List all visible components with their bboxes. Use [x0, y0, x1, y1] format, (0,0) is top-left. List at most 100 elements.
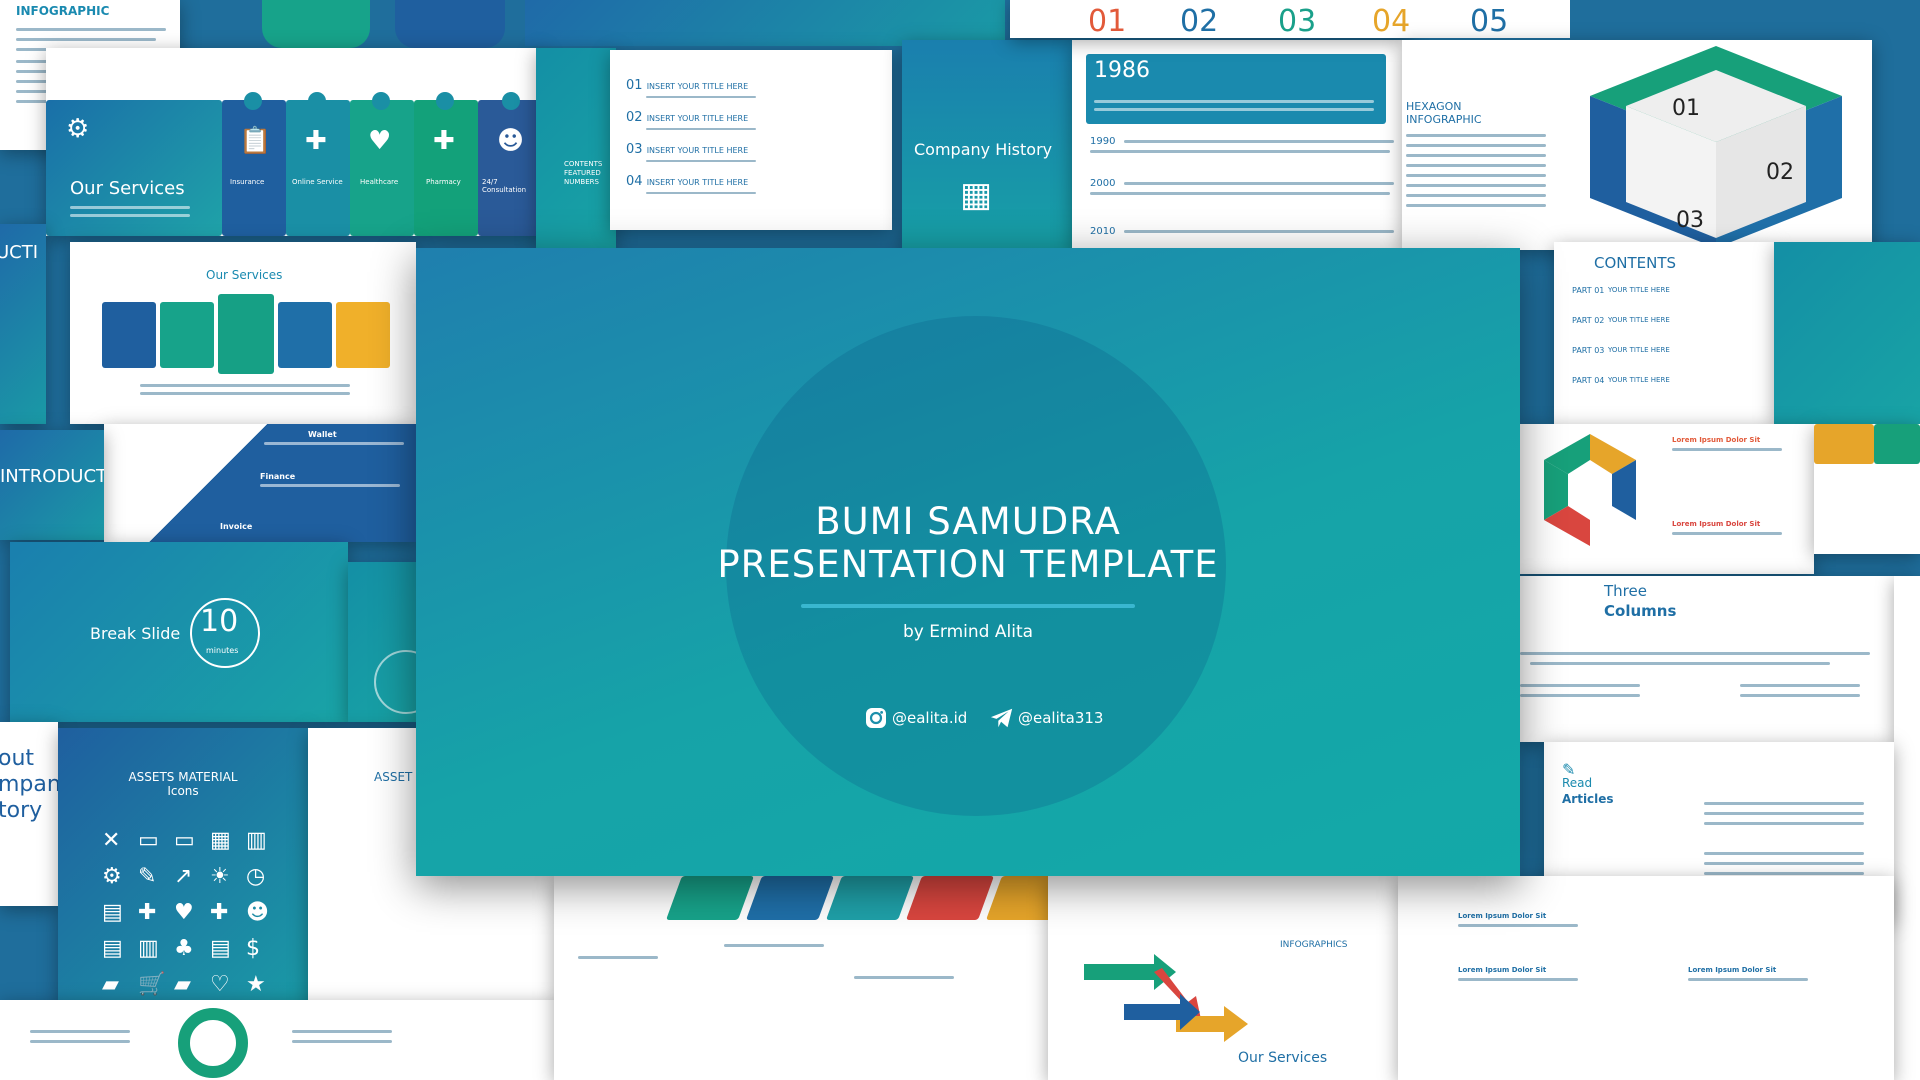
our-services-mid-title: Our Services — [206, 268, 283, 282]
contents-item-4: 04 INSERT YOUR TITLE HERE — [626, 174, 749, 189]
introduction-title: INTRODUCTIO — [0, 466, 104, 487]
our-services-mid-thumbnail: Our Services — [70, 242, 416, 424]
our-services-title: Our Services — [70, 178, 185, 199]
right-edge-thumbnail — [1774, 242, 1920, 424]
three-columns-line1: Three — [1604, 582, 1647, 600]
service-online: ✚ Online Service — [286, 100, 350, 236]
introduction-thumbnail: INTRODUCTIO — [0, 430, 104, 540]
lorem-label-1: Lorem Ipsum Dolor Sit — [1672, 436, 1761, 444]
contents-item-1: 01 INSERT YOUR TITLE HERE — [626, 78, 749, 93]
three-columns-line2: Columns — [1604, 602, 1677, 620]
part-04-title: YOUR TITLE HERE — [1608, 376, 1670, 384]
contents-right-title: CONTENTS — [1594, 254, 1677, 272]
lorem-label-5: Lorem Ipsum Dolor Sit — [1688, 966, 1777, 974]
company-history-timeline-thumbnail: 1986 1990 2000 2010 — [1072, 40, 1410, 250]
service-healthcare: ♥ Healthcare — [350, 100, 414, 236]
finance-wallet: Wallet — [308, 430, 337, 439]
contents-item-2: 02 INSERT YOUR TITLE HERE — [626, 110, 749, 125]
company-history-thumbnail: Company History ▦ — [902, 40, 1072, 250]
read-articles-line2: Articles — [1562, 792, 1614, 806]
bottom-infographics-thumbnail: INFOGRAPHICS Our Services — [1048, 876, 1398, 1080]
assets-title: ASSETS MATERIAL Icons — [128, 770, 238, 798]
title-line-2: PRESENTATION TEMPLATE — [717, 543, 1219, 586]
finance-invoice: Invoice — [220, 522, 253, 531]
telegram-handle[interactable]: @ealita313 — [990, 706, 1103, 730]
bottom-right-list-thumbnail: Lorem Ipsum Dolor Sit Lorem Ipsum Dolor … — [1398, 876, 1894, 1080]
services-header-panel: ⚙ Our Services — [46, 100, 222, 236]
presentation-title: BUMI SAMUDRA PRESENTATION TEMPLATE — [416, 500, 1520, 586]
service-pharmacy: ✚ Pharmacy — [414, 100, 478, 236]
right-numbered-thumbnail — [1814, 424, 1920, 554]
service-insurance: 📋 Insurance — [222, 100, 286, 236]
contents-side-thumbnail: CONTENTS FEATURED NUMBERS — [536, 48, 616, 248]
donut-shape — [178, 1008, 248, 1078]
intro-partial-thumbnail: UCTI — [0, 224, 46, 424]
pills-icon: ✚ — [433, 126, 455, 156]
right-edge-text-thumbnail — [1894, 576, 1920, 1080]
history-year-2000: 2000 — [1090, 178, 1116, 189]
hexagon-shape — [1590, 46, 1842, 248]
company-history-title: Company History — [914, 140, 1053, 159]
title-line-1: BUMI SAMUDRA — [815, 500, 1121, 543]
clipboard-icon: 📋 — [239, 126, 272, 156]
part-04-label: PART 04 — [1572, 376, 1605, 385]
bottom-process-thumbnail — [554, 876, 1048, 1080]
read-articles-line1: Read — [1562, 776, 1593, 790]
instagram-icon — [864, 706, 888, 730]
contents-right-thumbnail: CONTENTS PART 01 YOUR TITLE HERE PART 02… — [1554, 242, 1774, 424]
history-year-main: 1986 — [1094, 58, 1150, 83]
number-04: 04 — [1372, 4, 1410, 38]
break-slide-label: Break Slide — [90, 624, 181, 643]
arrows-diagram — [1084, 954, 1248, 1042]
cycle-shape — [1544, 434, 1636, 546]
history-year-2010: 2010 — [1090, 226, 1116, 237]
our-services-slide-thumbnail: ⚙ Our Services 📋 Insurance ✚ Online Serv… — [46, 48, 544, 236]
lorem-label-3: Lorem Ipsum Dolor Sit — [1458, 912, 1547, 920]
hex-piece-green — [262, 0, 370, 48]
title-divider — [801, 604, 1135, 608]
instagram-handle-text: @ealita.id — [892, 709, 968, 727]
cycle-infographic-thumbnail: Lorem Ipsum Dolor Sit Lorem Ipsum Dolor … — [1520, 424, 1814, 574]
part-01-title: YOUR TITLE HERE — [1608, 286, 1670, 294]
author-byline: by Ermind Alita — [902, 622, 1034, 642]
bottom-left-thumbnail — [0, 1000, 560, 1080]
service-consultation: ☻ 24/7 Consultation — [478, 100, 544, 236]
hex-piece-blue — [395, 0, 505, 48]
break-slide-2-thumbnail — [348, 562, 416, 722]
numbers-strip-thumbnail: 01 02 03 04 — [1010, 0, 1410, 38]
lorem-label-2: Lorem Ipsum Dolor Sit — [1672, 520, 1761, 528]
instagram-handle[interactable]: @ealita.id — [864, 706, 967, 730]
finance-thumbnail: Wallet Finance Invoice — [104, 424, 416, 542]
hex-num-03: 03 — [1676, 208, 1704, 233]
finance-finance: Finance — [260, 472, 296, 481]
part-02-label: PART 02 — [1572, 316, 1605, 325]
doctor-icon: ☻ — [497, 126, 525, 156]
lorem-label-4: Lorem Ipsum Dolor Sit — [1458, 966, 1547, 974]
number-05: 05 — [1470, 4, 1509, 38]
infographics-small-title: INFOGRAPHICS — [1280, 940, 1348, 950]
part-03-title: YOUR TITLE HERE — [1608, 346, 1670, 354]
assets-title-2: ASSET — [374, 770, 413, 784]
break-slide-thumbnail: Break Slide 10 minutes — [10, 542, 348, 722]
hex-num-01: 01 — [1672, 96, 1700, 121]
part-02-title: YOUR TITLE HERE — [1608, 316, 1670, 324]
infographic-title: INFOGRAPHIC — [16, 4, 110, 18]
part-03-label: PART 03 — [1572, 346, 1605, 355]
contents-side-label: CONTENTS FEATURED NUMBERS — [564, 160, 603, 186]
break-minutes-unit: minutes — [206, 646, 239, 655]
contents-item-3: 03 INSERT YOUR TITLE HERE — [626, 142, 749, 157]
number-01: 01 — [1088, 4, 1127, 38]
contents-list-thumbnail: 01 INSERT YOUR TITLE HERE 02 INSERT YOUR… — [610, 50, 892, 230]
hexagon-title: HEXAGON INFOGRAPHIC — [1406, 100, 1482, 126]
heart-hands-icon: ♥ — [368, 126, 392, 156]
building-icon: ▦ — [960, 175, 993, 215]
telegram-icon — [990, 706, 1014, 730]
about-company-thumbnail: out mpan tory — [0, 722, 58, 906]
bottom-our-services-title: Our Services — [1238, 1050, 1328, 1066]
hex-num-02: 02 — [1766, 160, 1794, 185]
about-title: out mpan tory — [0, 746, 58, 823]
number-02: 02 — [1180, 4, 1219, 38]
phone-medical-icon: ✚ — [305, 126, 327, 156]
title-slide: BUMI SAMUDRA PRESENTATION TEMPLATE by Er… — [416, 248, 1520, 876]
hand-gear-icon: ⚙ — [66, 114, 90, 144]
